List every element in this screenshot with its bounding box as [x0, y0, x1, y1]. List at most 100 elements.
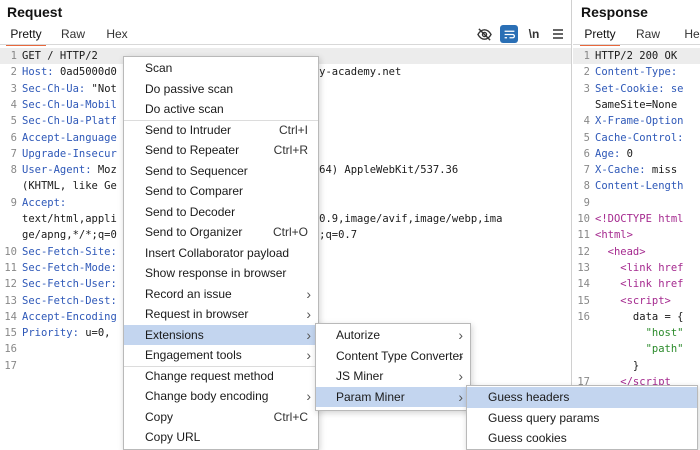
tab-raw[interactable]: Raw — [631, 25, 665, 44]
menu-item-guess-cookies[interactable]: Guess cookies — [467, 428, 697, 449]
code-token: X-Frame-Option — [595, 115, 684, 128]
menu-item-do-active-scan[interactable]: Do active scan — [124, 99, 318, 120]
tab-pretty[interactable]: Pretty — [6, 25, 46, 46]
code-line[interactable]: 2 Content-Type: — [573, 64, 700, 80]
menu-item-show-response-in-browser[interactable]: Show response in browser — [124, 263, 318, 284]
line-text: GET / HTTP/2 — [22, 48, 98, 64]
wrap-lines-icon[interactable] — [500, 25, 518, 43]
code-line[interactable]: 16 data = { — [573, 309, 700, 325]
line-number: 6 — [10, 131, 17, 144]
line-text: Sec-Fetch-User: — [22, 276, 117, 292]
code-line[interactable]: 4 X-Frame-Option — [573, 113, 700, 129]
newline-toggle[interactable]: \n — [525, 25, 543, 43]
menu-item-label: Engagement tools — [145, 348, 242, 362]
code-token: miss — [651, 164, 678, 177]
menu-item-content-type-converter[interactable]: Content Type Converter › — [316, 346, 470, 367]
code-line[interactable]: 7 X-Cache: miss — [573, 162, 700, 178]
menu-item-record-an-issue[interactable]: Record an issue › — [124, 284, 318, 305]
menu-item-shortcut: Ctrl+O — [272, 225, 308, 239]
menu-item-shortcut: Ctrl+I — [278, 122, 308, 137]
menu-item-do-passive-scan[interactable]: Do passive scan — [124, 79, 318, 100]
line-text: <link href — [595, 260, 684, 276]
menu-item-guess-query-params[interactable]: Guess query params — [467, 408, 697, 429]
code-line[interactable]: 12 <head> — [573, 244, 700, 260]
menu-item-send-to-intruder[interactable]: Send to Intruder Ctrl+I — [124, 120, 318, 141]
menu-item-label: Change body encoding — [145, 389, 269, 403]
code-line[interactable]: 5 Cache-Control: — [573, 130, 700, 146]
line-number: 11 — [577, 229, 590, 242]
menu-item-label: Guess query params — [488, 410, 600, 425]
code-line[interactable]: 14 <link href — [573, 276, 700, 292]
menu-item-copy[interactable]: Copy Ctrl+C — [124, 407, 318, 428]
code-line[interactable]: SameSite=None — [573, 97, 700, 113]
code-line[interactable]: "host" — [573, 325, 700, 341]
code-line[interactable]: 10 <!DOCTYPE html — [573, 211, 700, 227]
hamburger-icon[interactable] — [549, 25, 567, 43]
code-line[interactable]: 15 <script> — [573, 293, 700, 309]
line-text: Accept-Encoding — [22, 309, 117, 325]
menu-item-shortcut: Ctrl+R — [273, 143, 308, 157]
menu-item-autorize[interactable]: Autorize › — [316, 325, 470, 346]
code-token: <link href — [595, 261, 684, 274]
tab-hex[interactable]: Hex — [100, 25, 134, 44]
line-number: 8 — [10, 164, 17, 177]
line-number: 17 — [4, 359, 17, 372]
tab-hex[interactable]: He — [677, 25, 700, 44]
line-number: 13 — [4, 294, 17, 307]
menu-item-engagement-tools[interactable]: Engagement tools › — [124, 345, 318, 366]
code-token: Sec-Ch-Ua: — [22, 82, 92, 95]
line-text: <script> — [595, 293, 671, 309]
code-line[interactable]: 6 Age: 0 — [573, 146, 700, 162]
menu-item-extensions[interactable]: Extensions › — [124, 324, 318, 345]
code-token: Host: — [22, 66, 60, 79]
line-number: 14 — [577, 278, 590, 291]
menu-item-change-body-encoding[interactable]: Change body encoding › — [124, 386, 318, 407]
code-line[interactable]: 3 Set-Cookie: se — [573, 81, 700, 97]
menu-item-insert-collaborator-payload[interactable]: Insert Collaborator payload — [124, 243, 318, 264]
line-text: Sec-Fetch-Mode: — [22, 260, 117, 276]
menu-item-send-to-organizer[interactable]: Send to Organizer Ctrl+O — [124, 222, 318, 243]
menu-item-send-to-decoder[interactable]: Send to Decoder — [124, 202, 318, 223]
code-line[interactable]: } — [573, 358, 700, 374]
code-line[interactable]: "path" — [573, 341, 700, 357]
context-menu: Scan Do passive scan Do active scan Send to… — [123, 56, 319, 450]
menu-item-send-to-sequencer[interactable]: Send to Sequencer — [124, 161, 318, 182]
line-text: "path" — [595, 341, 684, 357]
menu-item-send-to-comparer[interactable]: Send to Comparer — [124, 181, 318, 202]
menu-item-scan[interactable]: Scan — [124, 58, 318, 79]
code-line[interactable]: 13 <link href — [573, 260, 700, 276]
menu-item-label: Do active scan — [145, 102, 224, 116]
line-number: 14 — [4, 310, 17, 323]
menu-item-change-request-method[interactable]: Change request method — [124, 366, 318, 387]
menu-item-guess-headers[interactable]: Guess headers — [467, 387, 697, 408]
code-token: Upgrade-Insecur — [22, 147, 117, 160]
menu-item-copy-url[interactable]: Copy URL — [124, 427, 318, 448]
code-line[interactable]: 11 <html> — [573, 227, 700, 243]
chevron-right-icon: › — [458, 347, 463, 364]
menu-item-send-to-repeater[interactable]: Send to Repeater Ctrl+R — [124, 140, 318, 161]
code-token: Sec-Fetch-Site: — [22, 245, 117, 258]
code-line[interactable]: 9 — [573, 195, 700, 211]
line-number: 5 — [583, 131, 590, 144]
line-text: data = { — [595, 309, 684, 325]
line-number: 1 — [10, 50, 17, 62]
line-text: Sec-Ch-Ua-Platf — [22, 113, 117, 129]
code-token: 0 — [626, 147, 633, 160]
menu-item-label: Autorize — [336, 328, 381, 342]
menu-item-label: Record an issue — [145, 286, 232, 301]
line-number: 6 — [583, 147, 590, 160]
code-line[interactable]: 1 HTTP/2 200 OK — [573, 48, 700, 65]
line-number: 16 — [577, 310, 590, 323]
menu-item-param-miner[interactable]: Param Miner › — [316, 386, 470, 407]
line-text: HTTP/2 200 OK — [595, 48, 677, 64]
eye-slash-icon[interactable] — [475, 25, 493, 43]
menu-item-label: Insert Collaborator payload — [145, 245, 290, 260]
code-token: text/html,appli — [22, 213, 117, 225]
menu-item-request-in-browser[interactable]: Request in browser › — [124, 304, 318, 325]
tab-raw[interactable]: Raw — [56, 25, 90, 44]
code-line[interactable]: 8 Content-Length — [573, 178, 700, 194]
chevron-right-icon: › — [458, 368, 463, 384]
menu-item-js-miner[interactable]: JS Miner › — [316, 366, 470, 387]
tab-pretty[interactable]: Pretty — [580, 25, 620, 46]
menu-item-label: Guess cookies — [488, 431, 567, 445]
